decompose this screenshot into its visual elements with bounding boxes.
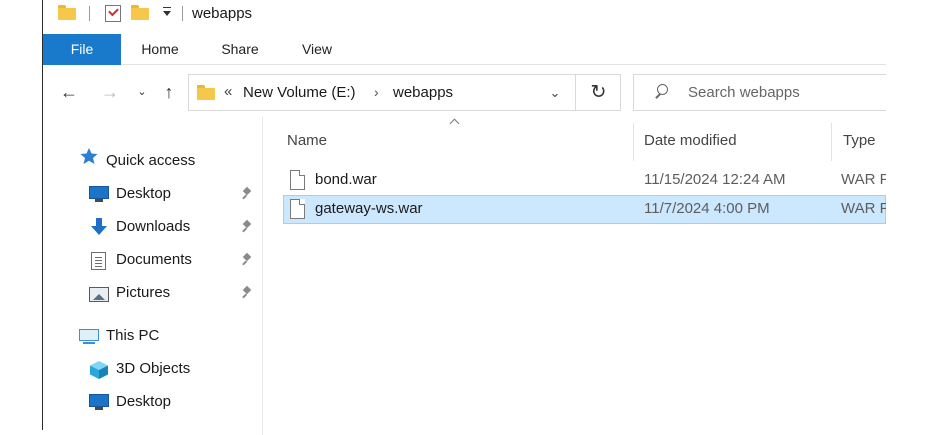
- file-name: bond.war: [315, 171, 377, 188]
- file-explorer-window: webapps File Home Share View ← → ⌄ ↑ « N…: [0, 0, 942, 435]
- pin-icon[interactable]: [239, 186, 255, 202]
- navigation-pane: Quick access Desktop Downloads Documents…: [43, 116, 263, 435]
- pin-icon[interactable]: [239, 219, 255, 235]
- sidebar-item-label: Pictures: [116, 284, 171, 301]
- file-type: WAR F: [841, 171, 889, 188]
- pin-icon[interactable]: [239, 252, 255, 268]
- download-arrow-icon: [89, 217, 109, 235]
- breadcrumb-new-volume[interactable]: New Volume (E:): [243, 84, 356, 101]
- sidebar-item-label: 3D Objects: [116, 360, 191, 377]
- column-header-date-modified[interactable]: Date modified: [644, 132, 737, 149]
- tab-view[interactable]: View: [291, 34, 343, 65]
- cube-icon: [89, 360, 109, 379]
- column-header-type[interactable]: Type: [843, 132, 876, 149]
- sidebar-item-label: This PC: [106, 327, 160, 344]
- search-icon: [654, 84, 668, 98]
- folder-icon[interactable]: [58, 5, 76, 20]
- sidebar-item-label: Desktop: [116, 185, 172, 202]
- title-bar: webapps: [43, 0, 886, 32]
- file-icon: [290, 199, 305, 219]
- desktop-icon: [89, 394, 109, 410]
- back-arrow-icon[interactable]: ←: [58, 81, 80, 103]
- refresh-icon[interactable]: ↻: [575, 75, 621, 110]
- file-row[interactable]: bond.war 11/15/2024 12:24 AM WAR F: [283, 166, 889, 195]
- search-box[interactable]: Search webapps: [633, 74, 886, 111]
- folder-icon: [197, 85, 215, 100]
- computer-icon: [79, 328, 99, 346]
- pictures-icon: [89, 285, 109, 303]
- recent-locations-chevron-icon[interactable]: ⌄: [131, 81, 153, 103]
- document-icon: [89, 252, 109, 270]
- sort-ascending-icon: [450, 119, 460, 125]
- file-row-selected[interactable]: gateway-ws.war 11/7/2024 4:00 PM WAR F: [283, 195, 889, 224]
- file-icon: [290, 170, 305, 190]
- sidebar-item-label: Downloads: [116, 218, 191, 235]
- background: [886, 0, 942, 435]
- address-dropdown-chevron-icon[interactable]: ⌄: [542, 83, 568, 103]
- column-header-name[interactable]: Name: [287, 132, 327, 149]
- tab-file[interactable]: File: [43, 34, 121, 65]
- file-date-modified: 11/15/2024 12:24 AM: [644, 171, 786, 188]
- navigation-bar: ← → ⌄ ↑ « New Volume (E:) › webapps ⌄ ↻ …: [43, 66, 886, 116]
- up-arrow-icon[interactable]: ↑: [158, 81, 180, 103]
- window-title: webapps: [192, 5, 253, 22]
- file-list: Name Date modified Type bond.war 11/15/2…: [263, 116, 889, 435]
- address-bar[interactable]: « New Volume (E:) › webapps ⌄ ↻: [188, 74, 621, 111]
- ribbon-tabs: File Home Share View: [43, 34, 886, 65]
- sidebar-item-label: Desktop: [116, 393, 172, 410]
- address-overflow[interactable]: «: [224, 83, 232, 100]
- desktop-icon: [89, 186, 109, 202]
- sidebar-item-label: Quick access: [106, 152, 196, 169]
- separator: [182, 6, 183, 21]
- pin-icon[interactable]: [239, 285, 255, 301]
- breadcrumb-separator[interactable]: ›: [374, 84, 379, 100]
- sidebar-item-label: Documents: [116, 251, 192, 268]
- customize-quick-access-icon[interactable]: [161, 7, 173, 19]
- separator: [89, 6, 90, 21]
- tab-share[interactable]: Share: [207, 34, 273, 65]
- forward-arrow-icon[interactable]: →: [99, 81, 121, 103]
- column-resize-handle[interactable]: [633, 123, 634, 161]
- file-name: gateway-ws.war: [315, 200, 423, 217]
- new-folder-icon[interactable]: [131, 5, 149, 20]
- properties-icon[interactable]: [105, 5, 121, 22]
- breadcrumb-webapps[interactable]: webapps: [393, 84, 453, 101]
- tab-home[interactable]: Home: [129, 34, 191, 65]
- star-icon: [79, 147, 99, 165]
- search-placeholder: Search webapps: [688, 84, 800, 101]
- column-resize-handle[interactable]: [831, 123, 832, 161]
- file-date-modified: 11/7/2024 4:00 PM: [644, 200, 770, 217]
- file-type: WAR F: [841, 200, 889, 217]
